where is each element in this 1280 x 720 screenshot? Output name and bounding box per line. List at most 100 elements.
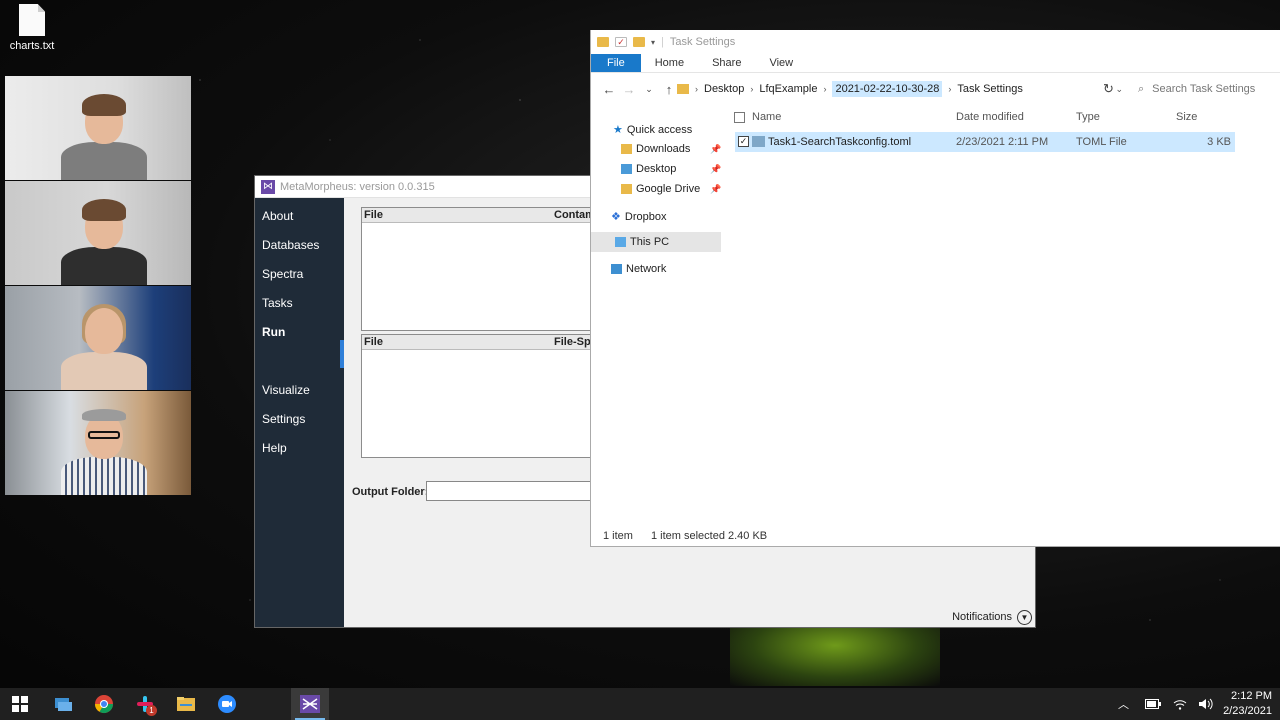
- forward-arrow-icon[interactable]: →: [619, 82, 639, 97]
- folder-icon: [597, 37, 609, 47]
- dropbox-icon: ❖: [611, 211, 621, 223]
- address-dropdown-icon[interactable]: ⌄: [1115, 84, 1123, 95]
- output-folder-input[interactable]: [426, 481, 596, 501]
- search-box[interactable]: ⌕ Search Task Settings: [1130, 77, 1278, 101]
- nav-tasks[interactable]: Tasks: [262, 296, 293, 310]
- file-row[interactable]: ✓ Task1-SearchTaskconfig.toml 2/23/2021 …: [735, 132, 1235, 152]
- task-view-icon[interactable]: [51, 692, 75, 716]
- folder-icon: [677, 84, 689, 94]
- recent-locations-icon[interactable]: ⌄: [639, 84, 659, 95]
- nav-this-pc-label: This PC: [630, 236, 670, 248]
- nav-downloads[interactable]: Downloads: [621, 143, 690, 155]
- video-tile-2: [5, 181, 191, 285]
- properties-check-icon[interactable]: ✓: [615, 37, 627, 47]
- nav-google-drive[interactable]: Google Drive: [621, 183, 700, 195]
- nav-settings[interactable]: Settings: [262, 412, 305, 426]
- nav-network[interactable]: Network: [611, 263, 666, 275]
- nav-visualize[interactable]: Visualize: [262, 383, 310, 397]
- grid-header: File File-Spe: [362, 335, 600, 350]
- nav-this-pc[interactable]: This PC: [615, 236, 669, 248]
- pin-icon[interactable]: 📌: [710, 164, 721, 175]
- breadcrumb-lfqexample[interactable]: LfqExample: [759, 83, 817, 95]
- volume-icon[interactable]: [1198, 688, 1214, 720]
- participant-avatar: [61, 409, 147, 495]
- chrome-icon[interactable]: [92, 692, 116, 716]
- participant-avatar: [61, 304, 147, 390]
- grid-col-file[interactable]: File: [364, 336, 383, 348]
- navigation-bar: ← → ⌄ ↑ › Desktop › LfqExample › 2021-02…: [591, 73, 1280, 105]
- file-date: 2/23/2021 2:11 PM: [956, 136, 1049, 148]
- status-selected: 1 item selected 2.40 KB: [650, 530, 768, 542]
- explorer-title: Task Settings: [669, 36, 736, 48]
- back-arrow-icon[interactable]: ←: [599, 82, 619, 97]
- pin-icon[interactable]: 📌: [710, 144, 721, 155]
- navigation-pane: ★ Quick access Downloads 📌 Desktop 📌 Goo…: [591, 110, 723, 310]
- search-icon: ⌕: [1138, 82, 1145, 95]
- file-explorer-icon[interactable]: [174, 692, 198, 716]
- wallpaper-glow: [730, 628, 940, 686]
- search-placeholder: Search Task Settings: [1152, 83, 1256, 95]
- nav-about[interactable]: About: [262, 209, 293, 223]
- clock-time: 2:12 PM: [1231, 690, 1272, 702]
- contaminant-grid[interactable]: File Contam: [361, 207, 601, 331]
- nav-dropbox[interactable]: ❖ Dropbox: [611, 210, 667, 224]
- nav-desktop-label: Desktop: [636, 163, 677, 175]
- nav-dropbox-label: Dropbox: [624, 210, 667, 223]
- zoom-icon[interactable]: [215, 692, 239, 716]
- battery-icon[interactable]: [1145, 688, 1161, 720]
- new-folder-icon[interactable]: [633, 37, 645, 47]
- col-size[interactable]: Size: [1176, 111, 1197, 123]
- address-bar[interactable]: › Desktop › LfqExample › 2021-02-22-10-3…: [677, 77, 1123, 101]
- nav-desktop[interactable]: Desktop: [621, 163, 676, 175]
- tab-view[interactable]: View: [755, 54, 807, 72]
- text-file-icon: [19, 4, 45, 36]
- wifi-icon[interactable]: [1173, 688, 1187, 720]
- taskbar: 1 ︿ 2:12 PM 2/23/2021: [0, 688, 1280, 720]
- nav-databases[interactable]: Databases: [262, 238, 319, 252]
- refresh-icon[interactable]: ↻: [1103, 81, 1114, 97]
- qat-dropdown-icon[interactable]: ▾: [651, 38, 655, 47]
- grid-col-contam[interactable]: Contam: [554, 209, 595, 221]
- desktop-folder-icon: [621, 164, 632, 174]
- participant-avatar: [61, 199, 147, 285]
- show-hidden-icons[interactable]: ︿: [1118, 688, 1129, 720]
- notifications-toggle[interactable]: Notifications ▼: [952, 607, 1035, 627]
- toml-file-icon: [752, 136, 765, 147]
- windows-start-icon[interactable]: [8, 692, 32, 716]
- file-spectra-grid[interactable]: File File-Spe: [361, 334, 601, 458]
- breadcrumb-task-settings[interactable]: Task Settings: [957, 83, 1022, 95]
- breadcrumb-run-folder[interactable]: 2021-02-22-10-30-28: [832, 81, 943, 97]
- breadcrumb-separator-icon: ›: [750, 84, 754, 94]
- col-name[interactable]: Name: [752, 111, 781, 123]
- video-tile-1: [5, 76, 191, 180]
- tab-file[interactable]: File: [591, 54, 641, 72]
- breadcrumb-desktop[interactable]: Desktop: [704, 83, 744, 95]
- tab-home[interactable]: Home: [641, 54, 698, 72]
- up-arrow-icon[interactable]: ↑: [659, 82, 679, 97]
- tab-share[interactable]: Share: [698, 54, 755, 72]
- col-date-modified[interactable]: Date modified: [956, 111, 1024, 123]
- row-checkbox[interactable]: ✓: [738, 136, 749, 147]
- breadcrumb-separator-icon: ›: [695, 84, 698, 94]
- window-title: MetaMorpheus: version 0.0.315: [280, 180, 435, 193]
- desktop-file-icon[interactable]: charts.txt: [8, 4, 56, 52]
- slack-icon[interactable]: 1: [133, 692, 157, 716]
- grid-header: File Contam: [362, 208, 600, 223]
- ribbon-tabs: File Home Share View: [591, 54, 1280, 73]
- metamorpheus-logo-icon: ⋈: [261, 179, 275, 194]
- file-size: 3 KB: [1207, 136, 1231, 148]
- nav-quick-access[interactable]: ★ Quick access: [613, 123, 692, 137]
- nav-run[interactable]: Run: [262, 325, 285, 339]
- grid-col-file[interactable]: File: [364, 209, 383, 221]
- nav-downloads-label: Downloads: [636, 143, 691, 155]
- status-count: 1 item: [603, 530, 633, 542]
- system-clock[interactable]: 2:12 PM 2/23/2021: [1223, 689, 1272, 719]
- pin-icon[interactable]: 📌: [710, 184, 721, 195]
- nav-help[interactable]: Help: [262, 441, 287, 455]
- clock-date: 2/23/2021: [1223, 705, 1272, 717]
- col-type[interactable]: Type: [1076, 111, 1100, 123]
- nav-spectra[interactable]: Spectra: [262, 267, 303, 281]
- blank-app-icon[interactable]: [256, 692, 280, 716]
- explorer-titlebar[interactable]: ✓ ▾ | Task Settings: [591, 30, 1280, 54]
- metamorpheus-taskbar-icon[interactable]: [291, 688, 329, 720]
